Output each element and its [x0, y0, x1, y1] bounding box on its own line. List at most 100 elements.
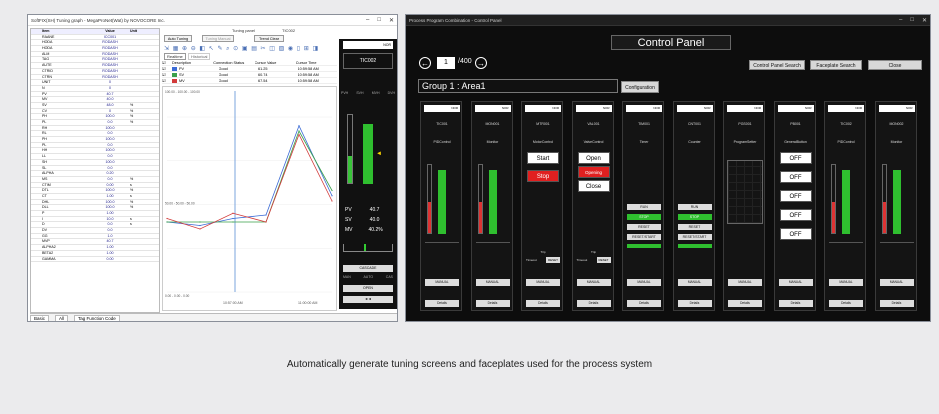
details-button[interactable]: Details: [829, 300, 863, 307]
faceplate-mode[interactable]: NOR: [828, 105, 864, 112]
minimize-icon[interactable]: –: [366, 17, 369, 23]
checkbox-icon[interactable]: ☑: [162, 78, 172, 83]
off-button[interactable]: OFF: [779, 228, 812, 240]
manual-button[interactable]: MANUAL: [829, 279, 863, 286]
cell-value: 48.0: [106, 102, 114, 107]
program-graph[interactable]: [727, 160, 763, 224]
manual-button[interactable]: MANUAL: [778, 279, 813, 286]
cell-value: 40.7: [106, 91, 114, 96]
toolbar-icons[interactable]: ⇲ ▦ ⊕ ⊖ ◧ ↖ ✎ ⌕ ⊙ ▣ ▤ ✂ ◫ ▨ ◉ ▯ ⊞ ◨: [164, 45, 319, 53]
close-button[interactable]: Close: [868, 60, 922, 70]
stop-button[interactable]: Stop: [527, 170, 559, 182]
details-button[interactable]: Details: [475, 300, 510, 307]
sv-pointer-icon[interactable]: ◄: [376, 151, 382, 157]
reset-button[interactable]: RESET: [596, 257, 611, 263]
details-button[interactable]: Details: [728, 300, 762, 307]
tab-all[interactable]: All: [55, 314, 69, 321]
trend-chart[interactable]: 100.00 - 100.00 - 100.00 50.00 - 50.00 - …: [162, 86, 337, 311]
open-button[interactable]: Open: [577, 152, 610, 164]
row-marker: [31, 188, 41, 193]
start-button[interactable]: Start: [527, 152, 559, 164]
mode-auto[interactable]: AUTO: [363, 275, 373, 279]
manual-button[interactable]: MANUAL: [728, 279, 762, 286]
tab-historical[interactable]: Historical: [188, 53, 211, 60]
cell-unit: %: [130, 205, 134, 210]
mode-cas[interactable]: CAS: [386, 275, 393, 279]
manual-button[interactable]: MANUAL: [425, 279, 459, 286]
control-panel-search-button[interactable]: Control Panel Search: [749, 60, 805, 70]
stop-button[interactable]: STOP: [627, 214, 661, 220]
prev-page-icon[interactable]: ←: [419, 57, 431, 69]
mv-scale[interactable]: [343, 244, 393, 252]
cell-unit: [129, 92, 159, 97]
close-icon[interactable]: ✕: [389, 17, 394, 24]
cell-unit: [129, 52, 159, 57]
faceplate-mode[interactable]: NOR: [676, 105, 713, 112]
maximize-icon[interactable]: □: [910, 17, 914, 23]
reset-start-button[interactable]: RESET/START: [677, 234, 712, 240]
manual-button[interactable]: MANUAL: [677, 279, 712, 286]
table-row[interactable]: GAMMA 0.00: [31, 257, 159, 263]
manual-button[interactable]: MANUAL: [576, 279, 611, 286]
details-button[interactable]: Details: [526, 300, 560, 307]
maximize-icon[interactable]: □: [377, 17, 381, 23]
faceplate-mode[interactable]: NOR: [878, 105, 915, 112]
cell-item: SL: [42, 165, 47, 170]
tab-function-code[interactable]: Tag Function Code: [74, 314, 120, 321]
faceplate-mode[interactable]: NOR: [626, 105, 662, 112]
off-button[interactable]: OFF: [779, 209, 812, 221]
next-page-icon[interactable]: →: [475, 57, 487, 69]
checkbox-icon[interactable]: ☑: [162, 72, 172, 77]
faceplate-search-button[interactable]: Faceplate Search: [810, 60, 862, 70]
reset-button[interactable]: RESET: [627, 224, 661, 230]
mode-man[interactable]: MAN: [343, 275, 351, 279]
list-item[interactable]: ☑ MV Good 67.54 10:59:58 AM: [162, 78, 337, 84]
off-button[interactable]: OFF: [779, 152, 812, 164]
opening-button[interactable]: Opening: [577, 166, 610, 178]
tuning-manual-button[interactable]: Tuning Manual: [202, 35, 234, 42]
tab-basic[interactable]: Basic: [30, 314, 50, 321]
checkbox-icon[interactable]: ☑: [162, 66, 172, 71]
faceplate-mode[interactable]: NOR: [575, 105, 612, 112]
details-button[interactable]: Details: [576, 300, 611, 307]
more-button[interactable]: ◄◄: [343, 296, 393, 303]
manual-button[interactable]: MANUAL: [627, 279, 661, 286]
manual-button[interactable]: MANUAL: [526, 279, 560, 286]
faceplate-mode[interactable]: NOR: [424, 105, 460, 112]
configuration-button[interactable]: Configuration: [621, 81, 659, 93]
close-valve-button[interactable]: Close: [577, 180, 610, 192]
trend-clear-button[interactable]: Trend Clear: [254, 35, 284, 42]
off-button[interactable]: OFF: [779, 171, 812, 183]
details-button[interactable]: Details: [425, 300, 459, 307]
cell-unit: %: [130, 120, 134, 124]
stop-button[interactable]: STOP: [677, 214, 712, 220]
reset-start-button[interactable]: RESET/START: [627, 234, 661, 240]
page-input[interactable]: 1: [437, 57, 455, 69]
run-button[interactable]: RUN: [627, 204, 661, 210]
faceplate-mode[interactable]: NOR: [525, 105, 561, 112]
faceplate-mode[interactable]: NOR: [727, 105, 763, 112]
tab-realtime[interactable]: Realtime: [164, 53, 186, 60]
details-button[interactable]: Details: [778, 300, 813, 307]
faceplate-mode[interactable]: NOR: [474, 105, 511, 112]
cascade-button[interactable]: CASCADE: [343, 265, 393, 272]
manual-button[interactable]: MANUAL: [475, 279, 510, 286]
minimize-icon[interactable]: –: [899, 17, 902, 23]
details-button[interactable]: Details: [879, 300, 914, 307]
faceplate-mode[interactable]: NOR: [343, 41, 393, 49]
run-button[interactable]: RUN: [677, 204, 712, 210]
auto-tuning-button[interactable]: Auto Tuning: [164, 35, 192, 42]
details-button[interactable]: Details: [627, 300, 661, 307]
faceplate-mode[interactable]: NOR: [777, 105, 814, 112]
check-all-icon[interactable]: ☑: [162, 60, 172, 65]
reset-button[interactable]: RESET: [677, 224, 712, 230]
close-icon[interactable]: ✕: [922, 17, 927, 24]
open-button[interactable]: OPEN: [343, 285, 393, 292]
cell-unit: [129, 234, 159, 239]
reset-button[interactable]: RESET: [546, 257, 560, 263]
list-cursor-time: 10:59:58 AM: [297, 72, 319, 77]
cell-value: 100.0: [105, 114, 115, 119]
manual-button[interactable]: MANUAL: [879, 279, 914, 286]
details-button[interactable]: Details: [677, 300, 712, 307]
off-button[interactable]: OFF: [779, 190, 812, 202]
